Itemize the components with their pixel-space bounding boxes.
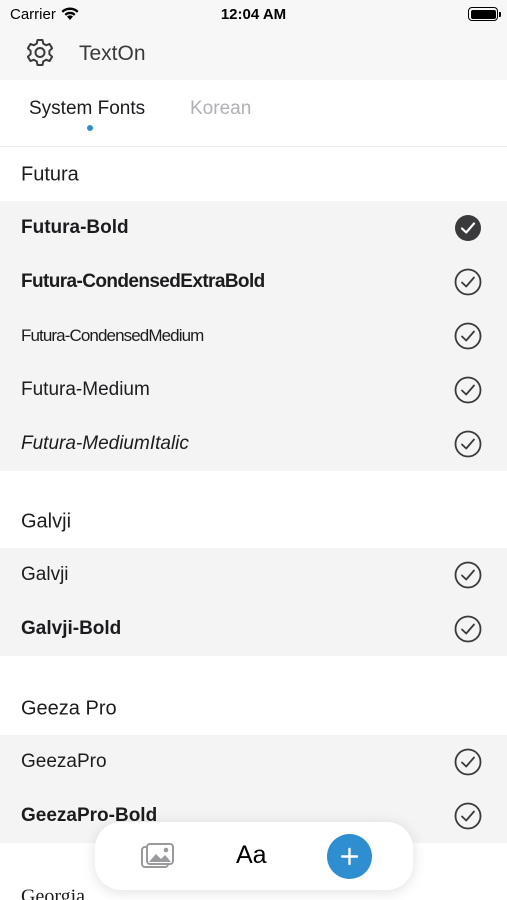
tab-korean[interactable]: Korean <box>190 98 251 120</box>
checkmark-circle-icon[interactable] <box>454 748 482 776</box>
font-row[interactable]: GeezaPro <box>0 735 507 789</box>
font-list-galvji: Galvji Galvji-Bold <box>0 548 507 656</box>
checkmark-circle-icon[interactable] <box>454 268 482 296</box>
font-name: Futura-CondensedMedium <box>21 326 204 345</box>
tab-system-fonts[interactable]: System Fonts <box>29 98 145 120</box>
checkmark-circle-icon[interactable] <box>454 561 482 589</box>
checkmark-circle-icon[interactable] <box>454 615 482 643</box>
status-time: 12:04 AM <box>220 6 287 23</box>
section-title: Georgia <box>21 885 86 900</box>
checkmark-circle-icon[interactable] <box>454 802 482 830</box>
font-row[interactable]: Futura-Medium <box>0 363 507 417</box>
section-title: Futura <box>21 163 79 185</box>
section-header-galvji: Galvji <box>0 495 507 548</box>
battery-icon <box>468 7 501 21</box>
photo-library-icon[interactable] <box>141 842 175 870</box>
nav-bar: TextOn <box>0 28 507 80</box>
section-header-geeza-pro: Geeza Pro <box>0 682 507 735</box>
font-picker-button[interactable]: Aa <box>236 841 267 870</box>
font-name: Galvji <box>21 564 69 585</box>
font-tabs: System Fonts Korean <box>0 80 507 147</box>
font-row[interactable]: Galvji <box>0 548 507 602</box>
section-header-futura: Futura <box>0 148 507 201</box>
font-name: Futura-Bold <box>21 217 129 238</box>
bottom-toolbar: Aa <box>95 822 413 890</box>
plus-icon <box>340 847 359 866</box>
add-button[interactable] <box>327 834 372 879</box>
font-name: Futura-CondensedExtraBold <box>21 271 265 292</box>
font-row[interactable]: Futura-MediumItalic <box>0 417 507 471</box>
font-name: Galvji-Bold <box>21 618 122 639</box>
status-bar: Carrier 12:04 AM <box>0 0 507 28</box>
font-row[interactable]: Galvji-Bold <box>0 602 507 656</box>
font-row[interactable]: Futura-CondensedExtraBold <box>0 255 507 309</box>
section-title: Geeza Pro <box>21 697 117 719</box>
checkmark-circle-icon[interactable] <box>454 376 482 404</box>
font-name: Futura-MediumItalic <box>21 433 189 454</box>
font-list-futura: Futura-Bold Futura-CondensedExtraBold Fu… <box>0 201 507 471</box>
app-title: TextOn <box>79 42 146 65</box>
checkmark-circle-icon[interactable] <box>454 322 482 350</box>
checkmark-filled-icon[interactable] <box>454 214 482 242</box>
gear-icon[interactable] <box>24 37 56 69</box>
font-row[interactable]: Futura-CondensedMedium <box>0 309 507 363</box>
checkmark-circle-icon[interactable] <box>454 430 482 458</box>
active-tab-indicator <box>87 125 93 131</box>
section-title: Galvji <box>21 510 72 532</box>
font-name: Futura-Medium <box>21 379 150 400</box>
font-name: GeezaPro <box>21 751 107 772</box>
font-row[interactable]: Futura-Bold <box>0 201 507 255</box>
